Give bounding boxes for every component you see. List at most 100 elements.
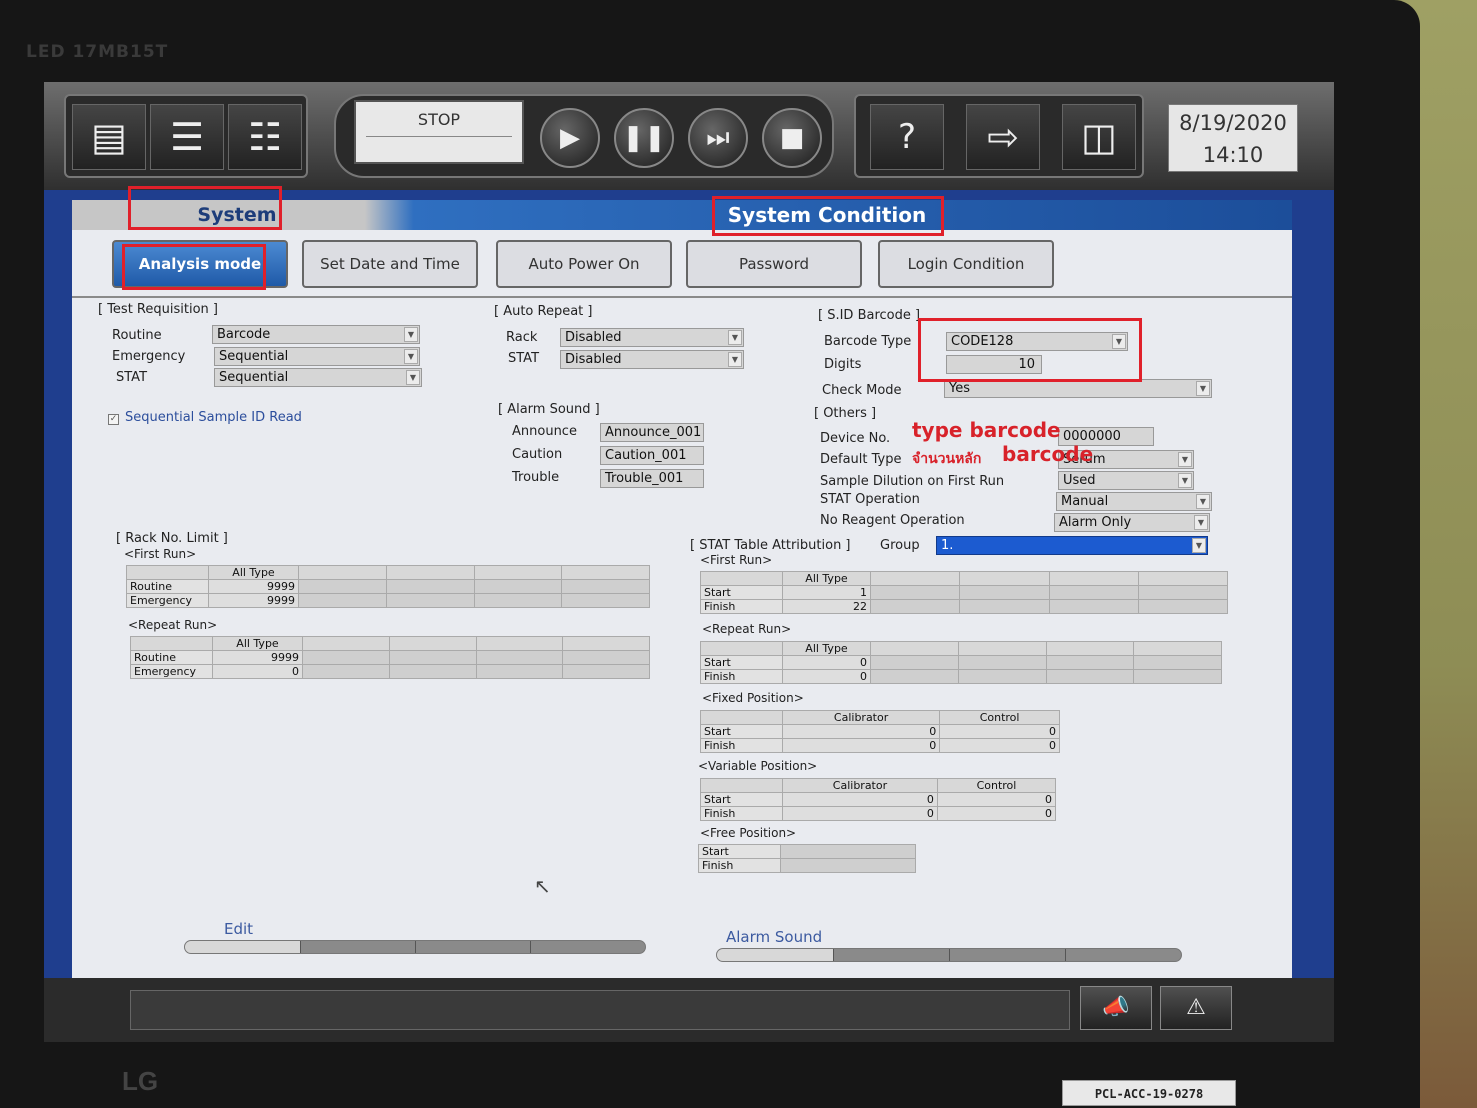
rack-repeat-run-label: <Repeat Run> xyxy=(128,618,218,632)
no-reagent-select[interactable]: Alarm Only ▼ xyxy=(1054,513,1210,532)
tab-set-date-time[interactable]: Set Date and Time xyxy=(302,240,478,288)
stat-operation-select[interactable]: Manual ▼ xyxy=(1056,492,1212,511)
all-type-header: All Type xyxy=(208,565,299,580)
device-no-label: Device No. xyxy=(820,431,891,446)
rack-first-emergency-value[interactable]: 9999 xyxy=(208,593,299,608)
alarm-warning-icon[interactable]: ⚠ xyxy=(1160,986,1232,1030)
stat-repeat-start-value[interactable]: 0 xyxy=(782,655,871,670)
all-type-header: All Type xyxy=(782,571,871,586)
rack-icon[interactable]: ▤ xyxy=(72,104,146,170)
free-position-table: Start Finish xyxy=(698,844,916,873)
logout-icon[interactable]: ⇨ xyxy=(966,104,1040,170)
variable-cal-start-value[interactable]: 0 xyxy=(782,792,938,807)
group-value: 1. xyxy=(941,538,954,553)
routine-select[interactable]: Barcode ▼ xyxy=(212,325,420,344)
sample-dilution-label: Sample Dilution on First Run xyxy=(820,474,1005,489)
chevron-down-icon[interactable]: ▼ xyxy=(406,370,420,385)
chevron-down-icon[interactable]: ▼ xyxy=(728,352,742,367)
help-icon[interactable]: ? xyxy=(870,104,944,170)
message-field xyxy=(130,990,1070,1030)
variable-position-table: Calibrator Control Start 0 0 Finish 0 0 xyxy=(700,778,1057,821)
stat-repeat-finish-label: Finish xyxy=(700,669,783,684)
stat-repeat-select[interactable]: Disabled ▼ xyxy=(560,350,744,369)
emergency-value: Sequential xyxy=(219,349,289,364)
rack-repeat-routine-label: Routine xyxy=(130,650,213,665)
chevron-down-icon[interactable]: ▼ xyxy=(404,349,418,364)
fixed-cal-start-value[interactable]: 0 xyxy=(781,724,941,739)
rack-first-run-label: <First Run> xyxy=(124,547,197,561)
caution-field[interactable]: Caution_001 xyxy=(600,446,704,465)
stat-repeat-label: STAT xyxy=(508,351,540,366)
rack-repeat-run-table: All Type Routine 9999 Emergency 0 xyxy=(130,636,650,679)
chevron-down-icon[interactable]: ▼ xyxy=(1196,494,1210,509)
announce-label: Announce xyxy=(512,424,577,439)
system-condition-window: System System Condition Analysis mode Se… xyxy=(72,186,1292,980)
announce-field[interactable]: Announce_001 xyxy=(600,423,704,442)
date-time-display: 8/19/2020 14:10 xyxy=(1168,104,1298,172)
fixed-ctl-start-value[interactable]: 0 xyxy=(939,724,1060,739)
chevron-down-icon[interactable]: ▼ xyxy=(1194,515,1208,530)
chevron-down-icon[interactable]: ▼ xyxy=(1178,452,1192,467)
variable-finish-label: Finish xyxy=(700,806,783,821)
fixed-ctl-finish-value[interactable]: 0 xyxy=(939,738,1060,753)
stat-repeat-value: Disabled xyxy=(565,352,622,367)
sequential-sample-id-checkbox[interactable]: ✓ Sequential Sample ID Read xyxy=(108,410,302,425)
start-icon[interactable]: ▶ xyxy=(540,108,600,168)
highlight-system xyxy=(128,186,282,230)
check-mode-value: Yes xyxy=(949,381,970,396)
monitor-brand-logo: LG xyxy=(122,1066,159,1096)
tab-login-condition[interactable]: Login Condition xyxy=(878,240,1054,288)
system-button-group: ? ⇨ ◫ xyxy=(854,94,1144,178)
free-finish-label: Finish xyxy=(698,858,781,873)
checkbox-check-icon[interactable]: ✓ xyxy=(108,414,119,425)
stat-first-finish-value[interactable]: 22 xyxy=(782,599,871,614)
trouble-field[interactable]: Trouble_001 xyxy=(600,469,704,488)
rack-repeat-select[interactable]: Disabled ▼ xyxy=(560,328,744,347)
rack-repeat-routine-value[interactable]: 9999 xyxy=(212,650,303,665)
chevron-down-icon[interactable]: ▼ xyxy=(404,327,418,342)
stop-icon[interactable]: ■ xyxy=(762,108,822,168)
patient-report-icon[interactable]: ☷ xyxy=(228,104,302,170)
rack-first-routine-value[interactable]: 9999 xyxy=(208,579,299,594)
chevron-down-icon[interactable]: ▼ xyxy=(1192,538,1206,553)
shutdown-icon[interactable]: ◫ xyxy=(1062,104,1136,170)
pause-icon[interactable]: ❚❚ xyxy=(614,108,674,168)
control-header: Control xyxy=(939,710,1060,725)
alarm-silence-icon[interactable]: 📣 xyxy=(1080,986,1152,1030)
sid-barcode-title: [ S.ID Barcode ] xyxy=(818,308,921,323)
rack-repeat-value: Disabled xyxy=(565,330,622,345)
stat-select[interactable]: Sequential ▼ xyxy=(214,368,422,387)
stat-first-start-value[interactable]: 1 xyxy=(782,585,871,600)
no-reagent-value: Alarm Only xyxy=(1059,515,1132,530)
emergency-label: Emergency xyxy=(112,349,186,364)
tabs-divider xyxy=(72,296,1292,298)
sample-dilution-select[interactable]: Used ▼ xyxy=(1058,471,1194,490)
variable-cal-finish-value[interactable]: 0 xyxy=(782,806,938,821)
all-type-header: All Type xyxy=(212,636,303,651)
list-icon[interactable]: ☰ xyxy=(150,104,224,170)
step-icon[interactable]: ⏭ xyxy=(688,108,748,168)
calibrator-header: Calibrator xyxy=(781,710,941,725)
variable-ctl-start-value[interactable]: 0 xyxy=(936,792,1057,807)
chevron-down-icon[interactable]: ▼ xyxy=(1178,473,1192,488)
rack-repeat-emergency-value[interactable]: 0 xyxy=(212,664,303,679)
group-label: Group xyxy=(880,538,920,553)
stat-table-title: [ STAT Table Attribution ] xyxy=(690,538,851,553)
tab-auto-power-on[interactable]: Auto Power On xyxy=(496,240,672,288)
variable-ctl-finish-value[interactable]: 0 xyxy=(936,806,1057,821)
fixed-cal-finish-value[interactable]: 0 xyxy=(781,738,941,753)
emergency-select[interactable]: Sequential ▼ xyxy=(214,347,420,366)
free-start-label: Start xyxy=(698,844,781,859)
chevron-down-icon[interactable]: ▼ xyxy=(728,330,742,345)
chevron-down-icon[interactable]: ▼ xyxy=(1196,381,1210,396)
stat-repeat-start-label: Start xyxy=(700,655,783,670)
mouse-pointer-icon: ↖ xyxy=(534,874,551,898)
tab-password[interactable]: Password xyxy=(686,240,862,288)
annotation-digits-thai: จำนวนหลัก xyxy=(912,451,982,467)
fixed-position-table: Calibrator Control Start 0 0 Finish 0 0 xyxy=(700,710,1060,753)
stat-repeat-finish-value[interactable]: 0 xyxy=(782,669,871,684)
edit-label: Edit xyxy=(224,920,254,938)
group-select[interactable]: 1. ▼ xyxy=(936,536,1208,555)
no-reagent-label: No Reagent Operation xyxy=(820,513,965,528)
check-mode-label: Check Mode xyxy=(822,383,902,398)
